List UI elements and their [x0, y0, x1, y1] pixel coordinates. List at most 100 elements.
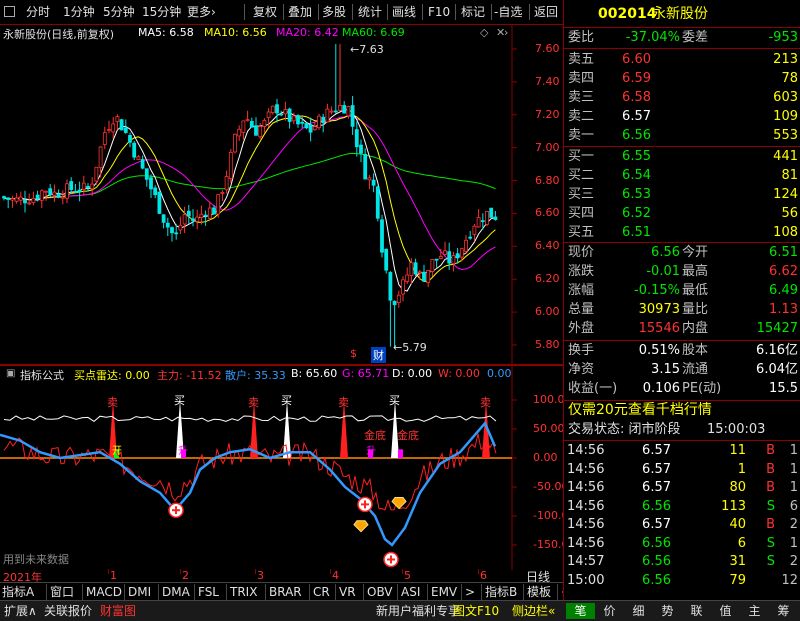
tick-side: B — [766, 461, 775, 477]
indicator-tab-10[interactable]: OBV — [363, 584, 393, 600]
stat-label-2: 量比 — [682, 302, 709, 317]
tab-more[interactable]: 更多› — [187, 3, 216, 21]
tick-row: 14:56 6.57 11 B 1 — [564, 441, 800, 461]
candle-body — [359, 144, 363, 154]
indicator-tab-1[interactable]: 窗口 — [46, 584, 74, 600]
indicator-tab-3[interactable]: DMI — [124, 584, 151, 600]
candle-body — [489, 207, 494, 218]
promo-text[interactable]: 仅需20元查看千档行情 — [568, 400, 712, 420]
bid-row[interactable]: 买四 6.52 56 — [564, 204, 800, 224]
stat-value: 6.56 — [651, 245, 680, 260]
tick-row: 14:56 6.56 6 S 1 — [564, 534, 800, 554]
indicator-tick: 100.0 — [533, 393, 565, 406]
quote-tab-4[interactable]: 联 — [682, 603, 711, 619]
ask-row[interactable]: 卖三 6.58 603 — [564, 88, 800, 108]
ask-row[interactable]: 卖五 6.60 213 — [564, 50, 800, 70]
quote-tab-6[interactable]: 主 — [740, 603, 769, 619]
indicator-tab-7[interactable]: BRAR — [265, 584, 302, 600]
ask-row[interactable]: 卖四 6.59 78 — [564, 69, 800, 89]
indicator-tab-11[interactable]: ASI — [397, 584, 420, 600]
indicator-toggle-icon[interactable]: ▣ — [6, 368, 15, 379]
candle-body — [283, 109, 288, 115]
quote-tab-2[interactable]: 细 — [624, 603, 653, 619]
quote-tab-1[interactable]: 价 — [595, 603, 624, 619]
candle-body — [401, 279, 405, 295]
back-button[interactable]: 返回 — [534, 3, 558, 21]
grid-icon[interactable] — [4, 6, 15, 17]
collapse-icon[interactable]: › — [504, 26, 508, 39]
buy-mark: 买 — [281, 394, 292, 407]
candle-body — [254, 125, 258, 136]
indicator-tab-2[interactable]: MACD — [82, 584, 122, 600]
quote-panel: 002014 永新股份 委比 -37.04% 委差 -953 卖五 6.60 213… — [563, 0, 800, 600]
bottom-tab-0[interactable]: 扩展∧ — [4, 603, 37, 619]
up-mark: 升 — [366, 446, 376, 458]
indicator-tick: 50.00 — [533, 422, 565, 435]
extra-value: 0.00 — [487, 367, 512, 380]
ask-row[interactable]: 卖一 6.56 553 — [564, 126, 800, 146]
promo-row[interactable]: 仅需20元查看千档行情 — [564, 400, 800, 420]
stats-button[interactable]: 统计 — [358, 3, 382, 21]
fund-label: 净资 — [568, 362, 595, 377]
indicator-tab-13[interactable]: > — [461, 584, 475, 600]
stat-row: 涨幅 -0.15% 最低 6.49 — [564, 281, 800, 301]
quote-tab-0[interactable]: 笔 — [566, 603, 595, 619]
indicator-tab-0[interactable]: 指标A — [2, 584, 34, 600]
quote-tab-3[interactable]: 势 — [653, 603, 682, 619]
tick-time: 14:56 — [567, 535, 605, 551]
candle-body — [426, 269, 431, 283]
bid-row[interactable]: 买二 6.54 81 — [564, 166, 800, 186]
finance-marker[interactable]: 财 — [371, 347, 386, 363]
candle-body — [329, 110, 334, 113]
overlay-button[interactable]: 叠加 — [288, 3, 312, 21]
d-value: D: 0.00 — [392, 367, 433, 380]
indicator-tabs: 指标A 窗口 MACD DMI DMA FSL TRIX BRAR CR VR OBV ASI EMV >… — [0, 582, 587, 601]
draw-line-button[interactable]: 画线 — [392, 3, 416, 21]
kline-chart[interactable]: 永新股份(日线,前复权) MA5: 6.58 MA10: 6.56 MA20: … — [0, 25, 563, 365]
ask-label: 卖二 — [568, 109, 595, 124]
indicator-tab-9[interactable]: VR — [335, 584, 356, 600]
bid-volume: 56 — [781, 206, 798, 221]
bid-row[interactable]: 买三 6.53 124 — [564, 185, 800, 205]
quote-tab-7[interactable]: 筹 — [769, 603, 798, 619]
indicator-tab-14[interactable]: 指标B — [481, 584, 517, 600]
indicator-tab-12[interactable]: EMV — [427, 584, 457, 600]
weibi-value: -37.04% — [625, 30, 680, 45]
tab-15min[interactable]: 15分钟 — [142, 3, 181, 21]
mark-button[interactable]: 标记 — [461, 3, 485, 21]
candle-body — [212, 207, 216, 215]
quote-tab-5[interactable]: 值 — [711, 603, 740, 619]
candle-body — [258, 126, 263, 138]
bid-row[interactable]: 买五 6.51 108 — [564, 223, 800, 243]
bottom-tab-1[interactable]: 关联报价 — [44, 603, 92, 619]
fuquan-button[interactable]: 复权 — [253, 3, 277, 21]
candle-body — [199, 213, 204, 218]
remove-watchlist-button[interactable]: -自选 — [494, 3, 522, 21]
tab-1min[interactable]: 1分钟 — [63, 3, 95, 21]
bottom-mid-tab-1[interactable]: 图文F10 — [453, 603, 499, 619]
candle-body — [237, 128, 242, 137]
indicator-chart[interactable]: ▣ 指标公式 买点雷达: 0.00 主力: -11.52 散户: 35.33 B… — [0, 365, 568, 570]
bottom-mid-tab-2[interactable]: 侧边栏« — [512, 603, 555, 619]
indicator-tab-6[interactable]: TRIX — [226, 584, 257, 600]
tab-5min[interactable]: 5分钟 — [103, 3, 135, 21]
ask-row[interactable]: 卖二 6.57 109 — [564, 107, 800, 127]
indicator-tab-8[interactable]: CR — [309, 584, 330, 600]
f10-button[interactable]: F10 — [428, 3, 450, 21]
indicator-name[interactable]: 指标公式 — [20, 367, 64, 383]
bottom-mid-tab-0[interactable]: 新用户福利专享 — [376, 603, 460, 619]
candle-body — [346, 106, 351, 117]
tick-row: 15:00 6.56 79 12 — [564, 571, 800, 591]
indicator-tab-5[interactable]: FSL — [194, 584, 219, 600]
multi-stock-button[interactable]: 多股 — [322, 3, 346, 21]
fundamental-row: 换手 0.51% 股本 6.16亿 — [564, 341, 800, 361]
candle-body — [170, 227, 174, 234]
bid-row[interactable]: 买一 6.55 441 — [564, 147, 800, 167]
tab-fenshi[interactable]: 分时 — [26, 3, 50, 21]
bid-volume: 441 — [773, 149, 798, 164]
diamond-icon[interactable]: ◇ — [480, 26, 488, 39]
stat-row: 涨跌 -0.01 最高 6.62 — [564, 262, 800, 282]
indicator-tab-4[interactable]: DMA — [158, 584, 190, 600]
indicator-tab-15[interactable]: 模板 — [523, 584, 551, 600]
bottom-tab-2[interactable]: 财富图 — [100, 603, 136, 619]
